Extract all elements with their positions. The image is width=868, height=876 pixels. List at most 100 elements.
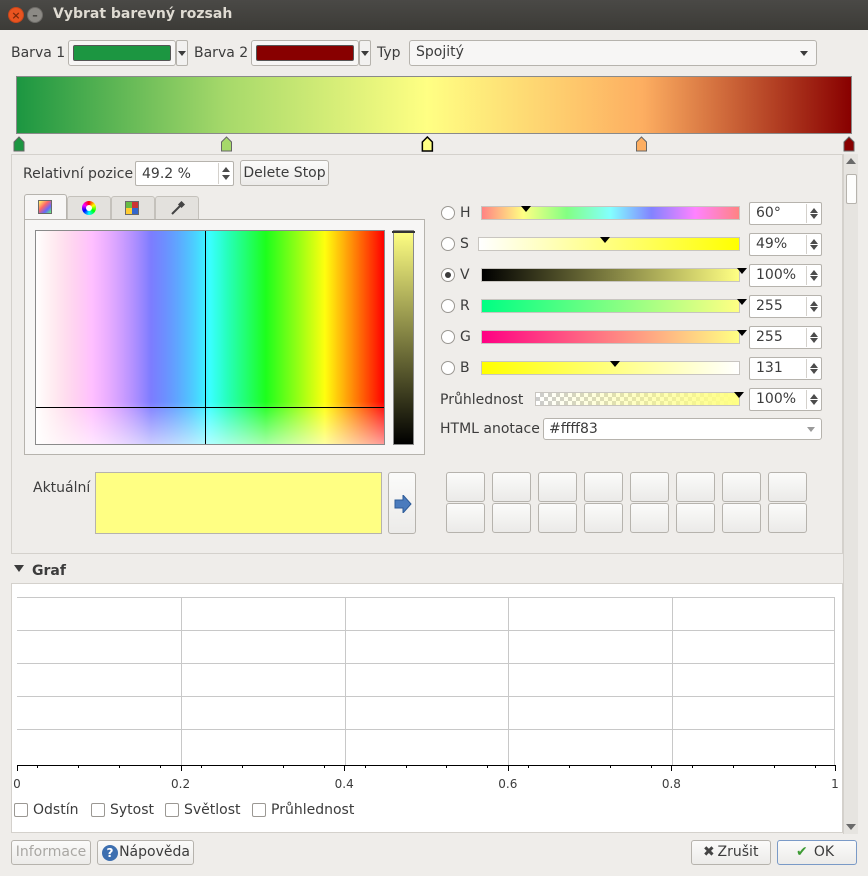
position-label: Relativní pozice bbox=[23, 166, 134, 182]
channel-spinbox-b[interactable]: 131 bbox=[749, 357, 822, 380]
window-title: Vybrat barevný rozsah bbox=[53, 6, 233, 22]
info-button[interactable]: Informace bbox=[11, 840, 91, 865]
close-icon: ✖ bbox=[703, 844, 715, 860]
custom-swatch-cell[interactable] bbox=[676, 472, 715, 502]
channel-radio-b[interactable] bbox=[441, 361, 455, 375]
x-tick-mark bbox=[835, 765, 836, 771]
delete-stop-button[interactable]: Delete Stop bbox=[240, 160, 329, 186]
position-spin-buttons[interactable] bbox=[218, 163, 232, 184]
channel-radio-v[interactable] bbox=[441, 268, 455, 282]
x-tick-label: 0.6 bbox=[498, 777, 518, 791]
gradient-stop-marker[interactable] bbox=[843, 136, 855, 152]
graph-section-label[interactable]: Graf bbox=[32, 563, 66, 579]
custom-swatch-cell[interactable] bbox=[676, 503, 715, 533]
channel-label-g: G bbox=[460, 329, 471, 345]
graph-checkbox[interactable] bbox=[165, 803, 179, 817]
channel-spin-buttons[interactable] bbox=[806, 359, 820, 378]
gradient-preview[interactable] bbox=[16, 76, 852, 134]
custom-swatch-cell[interactable] bbox=[492, 472, 531, 502]
channel-spinbox-v[interactable]: 100% bbox=[749, 264, 822, 287]
channel-radio-s[interactable] bbox=[441, 237, 455, 251]
custom-swatch-cell[interactable] bbox=[768, 472, 807, 502]
custom-swatch-cell[interactable] bbox=[538, 472, 577, 502]
custom-swatch-cell[interactable] bbox=[630, 472, 669, 502]
position-spinbox[interactable]: 49.2 % bbox=[135, 161, 234, 186]
custom-swatch-cell[interactable] bbox=[538, 503, 577, 533]
custom-swatch-cell[interactable] bbox=[584, 472, 623, 502]
channel-spin-buttons[interactable] bbox=[806, 204, 820, 223]
channel-marker-b bbox=[610, 361, 620, 367]
channel-spinbox-h[interactable]: 60° bbox=[749, 202, 822, 225]
scrollbar-thumb[interactable] bbox=[846, 174, 857, 204]
x-minor-tick bbox=[282, 765, 284, 768]
cancel-label: Zrušit bbox=[717, 844, 759, 860]
custom-swatch-cell[interactable] bbox=[446, 503, 485, 533]
channel-spin-buttons[interactable] bbox=[806, 328, 820, 347]
opacity-spinbox[interactable]: 100% bbox=[749, 388, 822, 411]
gradient-stops[interactable] bbox=[10, 136, 862, 154]
channel-slider-r[interactable] bbox=[481, 299, 747, 313]
channel-value-s: 49% bbox=[756, 236, 788, 252]
custom-swatch-cell[interactable] bbox=[722, 472, 761, 502]
scrollbar-track[interactable] bbox=[843, 154, 858, 834]
tab-color-box[interactable] bbox=[24, 194, 67, 220]
close-window-button[interactable]: × bbox=[8, 7, 24, 23]
custom-swatch-cell[interactable] bbox=[584, 503, 623, 533]
gradient-stop-marker[interactable] bbox=[221, 136, 232, 152]
scroll-down-icon[interactable] bbox=[846, 824, 856, 830]
scroll-up-icon[interactable] bbox=[846, 158, 856, 164]
value-slider[interactable] bbox=[392, 230, 415, 445]
opacity-spin-buttons[interactable] bbox=[806, 390, 820, 409]
gradient-stop-marker[interactable] bbox=[421, 136, 434, 152]
channel-slider-h[interactable] bbox=[481, 206, 740, 220]
custom-swatch-cell[interactable] bbox=[722, 503, 761, 533]
help-button[interactable]: ? Nápověda bbox=[97, 840, 194, 865]
cancel-button[interactable]: ✖ Zrušit bbox=[691, 840, 771, 865]
channel-radio-h[interactable] bbox=[441, 206, 455, 220]
hue-saturation-box[interactable] bbox=[35, 230, 385, 445]
graph-checkbox-label: Průhlednost bbox=[271, 802, 355, 818]
color2-button[interactable] bbox=[251, 40, 359, 66]
collapse-arrow-icon[interactable] bbox=[14, 565, 24, 572]
color1-button[interactable] bbox=[68, 40, 176, 66]
x-minor-tick bbox=[364, 765, 366, 768]
channel-spin-buttons[interactable] bbox=[806, 297, 820, 316]
tab-eyedropper[interactable] bbox=[155, 196, 199, 220]
channel-spin-buttons[interactable] bbox=[806, 235, 820, 254]
channel-spin-buttons[interactable] bbox=[806, 266, 820, 285]
current-label: Aktuální bbox=[33, 480, 91, 496]
gradient-stop-marker[interactable] bbox=[13, 136, 25, 152]
graph-checkbox[interactable] bbox=[91, 803, 105, 817]
channel-slider-v[interactable] bbox=[481, 268, 747, 282]
gradient-stop-marker[interactable] bbox=[636, 136, 647, 152]
color1-dropdown-button[interactable] bbox=[176, 40, 188, 66]
channel-spinbox-g[interactable]: 255 bbox=[749, 326, 822, 349]
graph-checkbox[interactable] bbox=[252, 803, 266, 817]
graph-checkbox[interactable] bbox=[14, 803, 28, 817]
graph-plot-area[interactable] bbox=[17, 597, 835, 765]
custom-swatch-cell[interactable] bbox=[492, 503, 531, 533]
html-combo[interactable]: #ffff83 bbox=[543, 418, 822, 440]
channel-marker-r bbox=[737, 299, 747, 305]
channel-slider-b[interactable] bbox=[481, 361, 740, 375]
opacity-slider[interactable] bbox=[535, 392, 744, 406]
channel-spinbox-s[interactable]: 49% bbox=[749, 233, 822, 256]
channel-spinbox-r[interactable]: 255 bbox=[749, 295, 822, 318]
minimize-window-button[interactable]: – bbox=[27, 7, 43, 23]
eyedropper-icon bbox=[171, 201, 185, 215]
custom-swatch-cell[interactable] bbox=[630, 503, 669, 533]
channel-radio-g[interactable] bbox=[441, 330, 455, 344]
custom-swatch-cell[interactable] bbox=[768, 503, 807, 533]
channel-slider-s[interactable] bbox=[478, 237, 740, 251]
custom-swatch-cell[interactable] bbox=[446, 472, 485, 502]
ok-button[interactable]: ✔ OK bbox=[777, 840, 857, 865]
html-label: HTML anotace bbox=[440, 421, 540, 437]
channel-slider-g[interactable] bbox=[481, 330, 747, 344]
tab-color-wheel[interactable] bbox=[67, 196, 111, 220]
channel-radio-r[interactable] bbox=[441, 299, 455, 313]
channel-value-b: 131 bbox=[756, 360, 783, 376]
type-combo[interactable]: Spojitý bbox=[409, 40, 817, 66]
color2-dropdown-button[interactable] bbox=[359, 40, 371, 66]
apply-color-button[interactable] bbox=[388, 472, 416, 534]
tab-swatches[interactable] bbox=[111, 196, 155, 220]
